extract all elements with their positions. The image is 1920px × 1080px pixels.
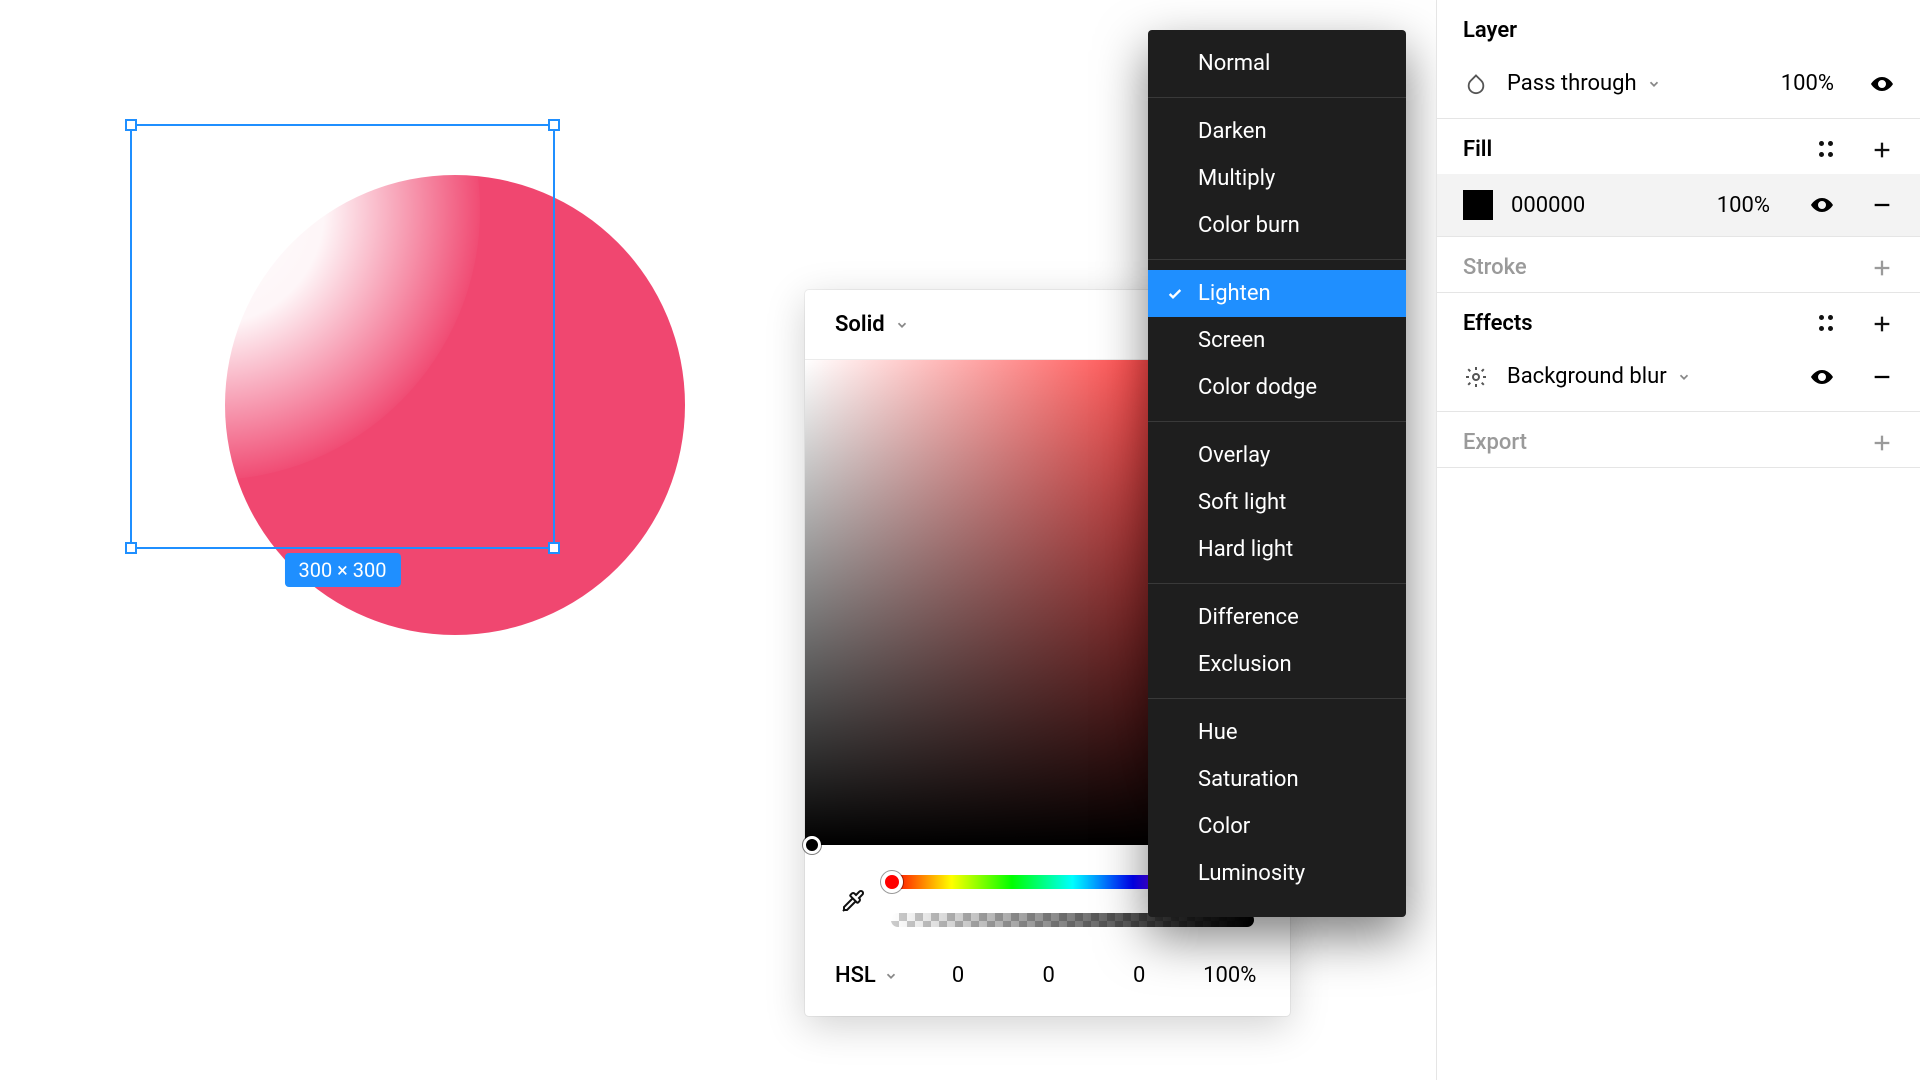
resize-handle-bottom-left[interactable] xyxy=(125,542,137,554)
fill-styles-button[interactable] xyxy=(1816,138,1840,162)
add-effect-button[interactable] xyxy=(1870,312,1894,336)
export-section-title: Export xyxy=(1463,430,1527,455)
chevron-down-icon xyxy=(895,318,909,332)
blend-mode-label: Color burn xyxy=(1198,213,1300,238)
blend-mode-saturation[interactable]: Saturation xyxy=(1148,756,1406,803)
blend-mode-label: Exclusion xyxy=(1198,652,1292,677)
fill-type-label: Solid xyxy=(835,312,885,337)
layer-blend-mode-dropdown[interactable]: Pass through xyxy=(1507,71,1763,96)
four-dots-icon xyxy=(1819,141,1837,159)
blend-mode-screen[interactable]: Screen xyxy=(1148,317,1406,364)
stroke-section: Stroke xyxy=(1437,237,1920,293)
blend-mode-color-burn[interactable]: Color burn xyxy=(1148,202,1406,249)
layer-section-title: Layer xyxy=(1463,18,1517,43)
check-icon xyxy=(1166,286,1184,302)
blend-mode-luminosity[interactable]: Luminosity xyxy=(1148,850,1406,897)
blend-mode-label: Normal xyxy=(1198,51,1270,76)
blend-mode-label: Color xyxy=(1198,814,1250,839)
blend-mode-hue[interactable]: Hue xyxy=(1148,709,1406,756)
blend-mode-color[interactable]: Color xyxy=(1148,803,1406,850)
effect-type-value: Background blur xyxy=(1507,364,1667,389)
blend-mode-color-dodge[interactable]: Color dodge xyxy=(1148,364,1406,411)
alpha-value[interactable]: 100% xyxy=(1199,963,1260,988)
eye-icon[interactable] xyxy=(1810,365,1834,389)
chevron-down-icon xyxy=(1647,77,1661,91)
export-section: Export xyxy=(1437,412,1920,468)
remove-effect-button[interactable] xyxy=(1870,365,1894,389)
fill-hex-value[interactable]: 000000 xyxy=(1511,193,1585,218)
add-stroke-button[interactable] xyxy=(1870,256,1894,280)
blend-mode-exclusion[interactable]: Exclusion xyxy=(1148,641,1406,688)
chevron-down-icon xyxy=(1677,370,1691,384)
droplet-icon xyxy=(1463,73,1489,95)
fill-row: 000000 100% xyxy=(1437,174,1920,236)
blend-mode-label: Luminosity xyxy=(1198,861,1305,886)
add-export-button[interactable] xyxy=(1870,431,1894,455)
fill-section-title: Fill xyxy=(1463,137,1492,162)
blend-mode-label: Saturation xyxy=(1198,767,1299,792)
layer-opacity-value[interactable]: 100% xyxy=(1781,71,1834,96)
resize-handle-bottom-right[interactable] xyxy=(548,542,560,554)
blend-mode-multiply[interactable]: Multiply xyxy=(1148,155,1406,202)
sat-value[interactable]: 0 xyxy=(1018,963,1079,988)
fill-color-swatch[interactable] xyxy=(1463,190,1493,220)
blend-mode-label: Screen xyxy=(1198,328,1265,353)
effect-type-dropdown[interactable]: Background blur xyxy=(1507,364,1792,389)
blend-mode-label: Lighten xyxy=(1198,281,1271,306)
four-dots-icon xyxy=(1819,315,1837,333)
resize-handle-top-left[interactable] xyxy=(125,119,137,131)
remove-fill-button[interactable] xyxy=(1870,193,1894,217)
blend-mode-label: Soft light xyxy=(1198,490,1286,515)
effects-styles-button[interactable] xyxy=(1816,312,1840,336)
color-mode-dropdown[interactable]: HSL xyxy=(835,963,898,988)
inspector-panel: Layer Pass through 100% Fill xyxy=(1436,0,1920,1080)
blend-mode-menu: Normal Darken Multiply Color burn Lighten Scr… xyxy=(1148,30,1406,917)
effects-section: Effects Background blur xyxy=(1437,293,1920,412)
sun-icon[interactable] xyxy=(1463,365,1489,389)
blend-mode-label: Hard light xyxy=(1198,537,1293,562)
lightness-value[interactable]: 0 xyxy=(1109,963,1170,988)
blend-mode-label: Color dodge xyxy=(1198,375,1317,400)
blend-mode-label: Darken xyxy=(1198,119,1267,144)
resize-handle-top-right[interactable] xyxy=(548,119,560,131)
blend-mode-difference[interactable]: Difference xyxy=(1148,594,1406,641)
eye-icon[interactable] xyxy=(1870,72,1894,96)
eyedropper-button[interactable] xyxy=(841,889,865,913)
stroke-section-title: Stroke xyxy=(1463,255,1527,280)
eye-icon[interactable] xyxy=(1810,193,1834,217)
blend-mode-label: Hue xyxy=(1198,720,1238,745)
effects-section-title: Effects xyxy=(1463,311,1533,336)
color-cursor[interactable] xyxy=(803,836,821,854)
layer-blend-mode-value: Pass through xyxy=(1507,71,1637,96)
blend-mode-overlay[interactable]: Overlay xyxy=(1148,432,1406,479)
blend-mode-label: Multiply xyxy=(1198,166,1275,191)
blend-mode-darken[interactable]: Darken xyxy=(1148,108,1406,155)
add-fill-button[interactable] xyxy=(1870,138,1894,162)
blend-mode-soft-light[interactable]: Soft light xyxy=(1148,479,1406,526)
blend-mode-label: Overlay xyxy=(1198,443,1270,468)
hue-value[interactable]: 0 xyxy=(928,963,989,988)
blend-mode-normal[interactable]: Normal xyxy=(1148,40,1406,87)
chevron-down-icon xyxy=(884,969,898,983)
fill-opacity-value[interactable]: 100% xyxy=(1717,193,1770,218)
color-mode-label: HSL xyxy=(835,963,876,988)
fill-section: Fill 000000 100% xyxy=(1437,119,1920,237)
blend-mode-hard-light[interactable]: Hard light xyxy=(1148,526,1406,573)
blend-mode-label: Difference xyxy=(1198,605,1299,630)
layer-section: Layer Pass through 100% xyxy=(1437,0,1920,119)
blend-mode-lighten[interactable]: Lighten xyxy=(1148,270,1406,317)
hue-thumb[interactable] xyxy=(881,871,903,893)
selection-size-badge: 300 × 300 xyxy=(284,553,400,587)
selection-bounds[interactable]: 300 × 300 xyxy=(130,124,555,549)
